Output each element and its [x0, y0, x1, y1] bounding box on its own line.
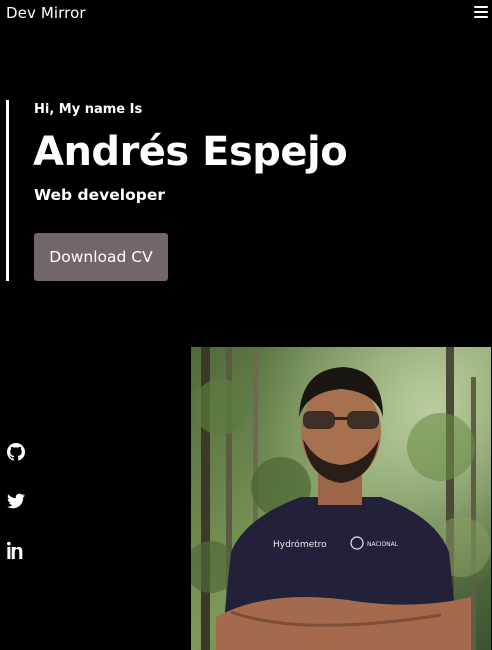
profile-photo: Hydrómetro NACIONAL [191, 347, 491, 650]
twitter-icon [7, 493, 25, 509]
download-cv-button[interactable]: Download CV [34, 233, 168, 281]
linkedin-link[interactable] [7, 541, 27, 561]
github-link[interactable] [7, 443, 27, 463]
hero-role: Web developer [34, 186, 165, 204]
shirt-print-text: Hydrómetro [273, 539, 327, 550]
greeting-text: Hi, My name Is [34, 102, 143, 117]
hamburger-menu-icon [474, 6, 488, 18]
menu-button[interactable] [474, 6, 488, 18]
page: Dev Mirror Hi, My name Is Andrés Espejo … [0, 0, 492, 650]
brand-link[interactable]: Dev Mirror [6, 4, 86, 22]
hero-accent-bar [6, 100, 9, 281]
linkedin-icon [7, 541, 23, 559]
github-icon [7, 443, 25, 461]
shirt-badge-text: NACIONAL [367, 541, 399, 548]
twitter-link[interactable] [7, 492, 27, 512]
hero-name: Andrés Espejo [33, 129, 348, 175]
